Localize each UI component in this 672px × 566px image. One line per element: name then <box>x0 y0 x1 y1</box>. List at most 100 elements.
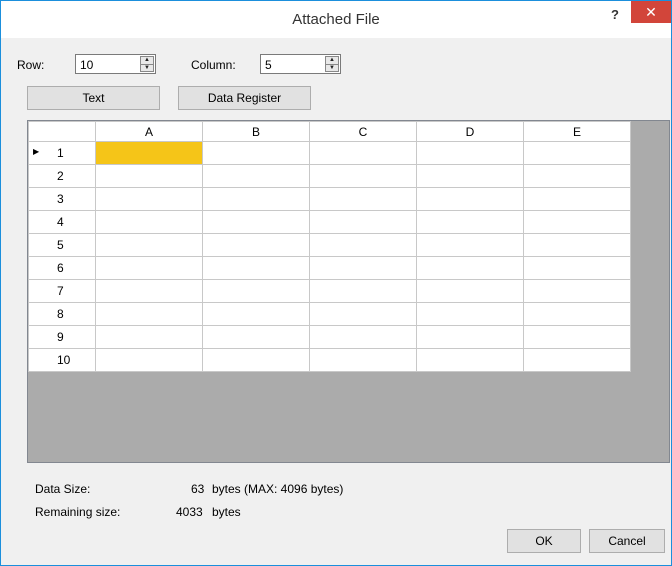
grid-cell-selected[interactable] <box>95 141 203 165</box>
grid-cell[interactable] <box>416 302 524 326</box>
grid-cell[interactable] <box>416 233 524 257</box>
column-header[interactable]: C <box>309 121 417 142</box>
grid-cell[interactable] <box>416 325 524 349</box>
grid-cell[interactable] <box>309 233 417 257</box>
grid-cell[interactable] <box>95 210 203 234</box>
help-button[interactable]: ? <box>605 7 625 27</box>
grid-cell[interactable] <box>309 210 417 234</box>
grid-cell[interactable] <box>95 325 203 349</box>
grid-cell[interactable] <box>202 325 310 349</box>
column-stepper[interactable]: 5 ▲ ▼ <box>260 54 341 74</box>
grid-cell[interactable] <box>523 256 631 280</box>
grid-cell[interactable] <box>202 187 310 211</box>
column-value[interactable]: 5 <box>265 58 272 72</box>
grid-cell[interactable] <box>416 164 524 188</box>
grid-cell[interactable] <box>95 233 203 257</box>
column-header[interactable]: B <box>202 121 310 142</box>
column-header[interactable]: E <box>523 121 631 142</box>
data-register-button[interactable]: Data Register <box>178 86 311 110</box>
grid-cell[interactable] <box>416 141 524 165</box>
grid-cell[interactable] <box>309 279 417 303</box>
cancel-button[interactable]: Cancel <box>589 529 665 553</box>
row-header[interactable]: 2 <box>28 164 96 188</box>
row-number: 7 <box>57 284 64 298</box>
row-number: 2 <box>57 169 64 183</box>
grid-cell[interactable] <box>202 233 310 257</box>
grid-cell[interactable] <box>95 302 203 326</box>
grid-cell[interactable] <box>416 279 524 303</box>
grid-cell[interactable] <box>523 325 631 349</box>
grid-cell[interactable] <box>202 302 310 326</box>
grid-cell[interactable] <box>309 164 417 188</box>
grid-cell[interactable] <box>202 279 310 303</box>
row-header[interactable]: 9 <box>28 325 96 349</box>
grid-cell[interactable] <box>523 279 631 303</box>
spin-down-icon[interactable]: ▼ <box>326 64 338 72</box>
spin-up-icon[interactable]: ▲ <box>326 57 338 64</box>
grid-cell[interactable] <box>309 325 417 349</box>
grid-cell[interactable] <box>95 187 203 211</box>
grid-cell[interactable] <box>309 302 417 326</box>
table-row: 7 <box>28 279 631 303</box>
table-row: 2 <box>28 164 631 188</box>
grid-cell[interactable] <box>309 141 417 165</box>
row-number: 6 <box>57 261 64 275</box>
grid-cell[interactable] <box>523 302 631 326</box>
row-spin-buttons[interactable]: ▲ ▼ <box>140 56 154 72</box>
row-header[interactable]: 10 <box>28 348 96 372</box>
grid-cell[interactable] <box>523 187 631 211</box>
row-header[interactable]: 3 <box>28 187 96 211</box>
row-value[interactable]: 10 <box>80 58 93 72</box>
dialog-title: Attached File <box>292 11 380 28</box>
grid-cell[interactable] <box>416 187 524 211</box>
grid-cell[interactable] <box>95 279 203 303</box>
row-header[interactable]: 7 <box>28 279 96 303</box>
row-stepper[interactable]: 10 ▲ ▼ <box>75 54 156 74</box>
remaining-size-unit: bytes <box>212 505 241 519</box>
grid-cell[interactable] <box>523 233 631 257</box>
grid-cell[interactable] <box>416 256 524 280</box>
grid-cell[interactable] <box>523 141 631 165</box>
grid-cell[interactable] <box>309 256 417 280</box>
spin-down-icon[interactable]: ▼ <box>141 64 153 72</box>
text-button[interactable]: Text <box>27 86 160 110</box>
row-header[interactable]: 6 <box>28 256 96 280</box>
grid-cell[interactable] <box>202 164 310 188</box>
grid-cell[interactable] <box>202 141 310 165</box>
grid-cell[interactable] <box>95 164 203 188</box>
row-label: Row: <box>17 58 45 72</box>
grid-cell[interactable] <box>95 256 203 280</box>
grid-cell[interactable] <box>523 348 631 372</box>
grid-header-row: A B C D E <box>28 121 631 142</box>
data-size-label: Data Size: <box>35 482 91 496</box>
table-row: 10 <box>28 348 631 372</box>
grid-cell[interactable] <box>416 210 524 234</box>
grid-cell[interactable] <box>416 348 524 372</box>
spin-up-icon[interactable]: ▲ <box>141 57 153 64</box>
column-header[interactable]: A <box>95 121 203 142</box>
column-header[interactable]: D <box>416 121 524 142</box>
grid-cell[interactable] <box>309 348 417 372</box>
table-row: 4 <box>28 210 631 234</box>
column-spin-buttons[interactable]: ▲ ▼ <box>325 56 339 72</box>
grid-cell[interactable] <box>95 348 203 372</box>
ok-button[interactable]: OK <box>507 529 581 553</box>
row-number: 5 <box>57 238 64 252</box>
grid-table: A B C D E ▶ 1 2 3 4 5 6 7 8 9 10 <box>28 121 631 372</box>
row-number: 10 <box>57 353 71 367</box>
row-number: 1 <box>57 146 64 160</box>
grid-cell[interactable] <box>202 256 310 280</box>
row-header[interactable]: 5 <box>28 233 96 257</box>
table-row: 9 <box>28 325 631 349</box>
grid-cell[interactable] <box>309 187 417 211</box>
close-button[interactable]: ✕ <box>631 1 671 23</box>
grid-cell[interactable] <box>202 210 310 234</box>
grid-cell[interactable] <box>523 210 631 234</box>
grid-cell[interactable] <box>523 164 631 188</box>
table-row: 5 <box>28 233 631 257</box>
row-header[interactable]: ▶ 1 <box>28 141 96 165</box>
grid-cell[interactable] <box>202 348 310 372</box>
table-row: ▶ 1 <box>28 141 631 165</box>
row-header[interactable]: 4 <box>28 210 96 234</box>
row-header[interactable]: 8 <box>28 302 96 326</box>
